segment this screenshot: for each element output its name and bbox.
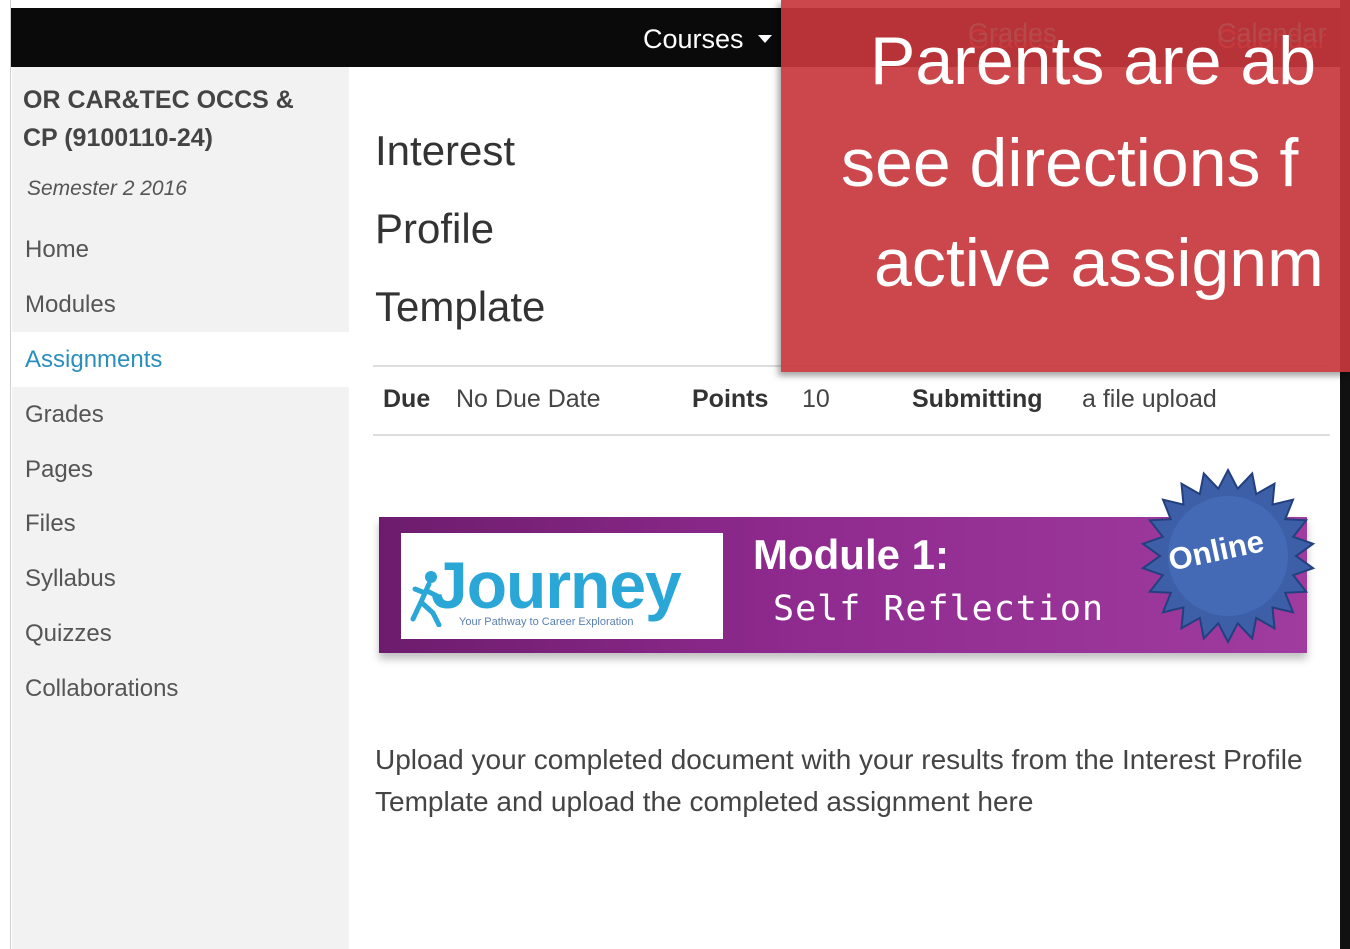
callout-line-3: active assignm: [874, 225, 1324, 301]
module-subtitle: Self Reflection: [773, 589, 1105, 629]
submitting-value: a file upload: [1082, 385, 1217, 413]
assignment-title-line-3: Template: [375, 283, 546, 330]
sidebar-item-syllabus[interactable]: Syllabus: [12, 551, 349, 606]
sidebar-item-files[interactable]: Files: [12, 496, 349, 551]
course-term: Semester 2 2016: [27, 177, 187, 200]
callout-overlay: Grades Calendar Parents are ab see direc…: [781, 0, 1350, 372]
nav-courses-label: Courses: [643, 24, 744, 54]
journey-logo-word: Journey: [431, 548, 682, 622]
sidebar-item-assignments[interactable]: Assignments: [12, 332, 349, 387]
assignment-title-line-2: Profile: [375, 205, 495, 252]
submitting-label: Submitting: [912, 385, 1043, 413]
sidebar-item-quizzes[interactable]: Quizzes: [12, 606, 349, 661]
due-label: Due: [383, 385, 431, 413]
sidebar-item-modules[interactable]: Modules: [12, 277, 349, 332]
course-title[interactable]: OR CAR&TEC OCCS & CP (9100110-24): [23, 81, 333, 157]
module-banner: Journey Your Pathway to Career Explorati…: [379, 467, 1316, 653]
journey-logo-tagline: Your Pathway to Career Exploration: [459, 616, 634, 628]
assignment-description: Upload your completed document with your…: [375, 744, 1303, 817]
points-value: 10: [802, 385, 830, 413]
caret-down-icon: [757, 34, 772, 43]
sidebar-item-collaborations[interactable]: Collaborations: [12, 661, 349, 716]
journey-logo: Journey Your Pathway to Career Explorati…: [401, 533, 723, 639]
module-title: Module 1:: [753, 531, 949, 578]
window-frame-left: [0, 0, 11, 949]
details-divider-bottom: [373, 434, 1330, 436]
nav-courses-menu[interactable]: Courses: [643, 8, 772, 67]
due-value: No Due Date: [456, 385, 601, 413]
points-label: Points: [692, 385, 769, 413]
callout-line-1: Parents are ab: [870, 23, 1317, 99]
sidebar-item-grades[interactable]: Grades: [12, 387, 349, 442]
course-sidebar: OR CAR&TEC OCCS & CP (9100110-24) Semest…: [12, 67, 349, 949]
sidebar-item-pages[interactable]: Pages: [12, 442, 349, 497]
sidebar-item-home[interactable]: Home: [12, 222, 349, 277]
assignment-title-line-1: Interest: [375, 127, 516, 174]
callout-line-2: see directions f: [841, 125, 1299, 201]
